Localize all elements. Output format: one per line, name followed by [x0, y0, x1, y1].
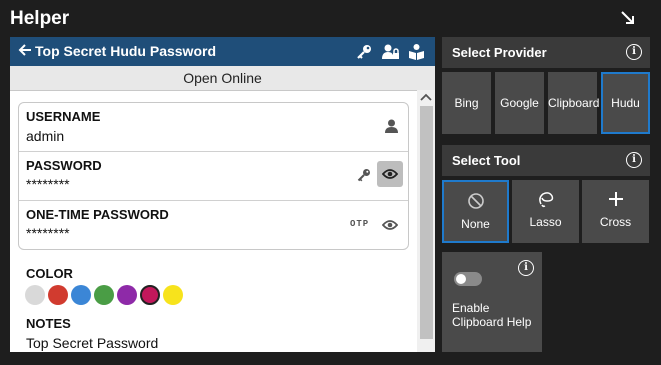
reveal-password-button[interactable]	[377, 161, 403, 187]
credentials-card: USERNAME admin PASSWORD ******** ONE-TIM…	[18, 102, 409, 250]
expand-arrow-icon[interactable]	[620, 10, 636, 26]
book-user-icon[interactable]	[408, 43, 425, 60]
user-icon[interactable]	[385, 119, 398, 133]
provider-hudu-button[interactable]: Hudu	[601, 72, 650, 134]
vertical-scrollbar[interactable]	[417, 90, 435, 352]
back-arrow-icon[interactable]	[18, 42, 32, 58]
info-icon[interactable]: i	[626, 152, 642, 168]
tool-lasso-button[interactable]: Lasso	[512, 180, 579, 243]
none-icon	[467, 193, 484, 209]
clipboard-help-label: Enable Clipboard Help	[452, 301, 532, 329]
eye-icon	[382, 169, 398, 179]
entry-header: Top Secret Hudu Password	[10, 37, 435, 66]
tool-none-button[interactable]: None	[442, 180, 509, 243]
username-value[interactable]: admin	[26, 128, 64, 144]
user-lock-icon[interactable]	[382, 43, 399, 60]
tool-cross-button[interactable]: Cross	[582, 180, 649, 243]
color-swatch-gray[interactable]	[25, 285, 45, 305]
eye-icon[interactable]	[382, 219, 398, 231]
username-label: USERNAME	[26, 109, 101, 124]
scrollbar-thumb[interactable]	[420, 106, 433, 339]
provider-clipboard-button[interactable]: Clipboard	[548, 72, 599, 134]
color-label: COLOR	[26, 266, 73, 281]
select-provider-title: Select Provider	[452, 45, 547, 60]
otp-row: ONE-TIME PASSWORD ******** OTP	[19, 200, 408, 249]
hudu-entry-panel: Top Secret Hudu Password Open Online USE…	[10, 37, 435, 352]
tool-cross-label: Cross	[599, 215, 632, 229]
color-swatch-red[interactable]	[48, 285, 68, 305]
color-swatch-yellow[interactable]	[163, 285, 183, 305]
select-provider-header: Select Provider i	[442, 37, 650, 68]
key-icon[interactable]	[357, 168, 371, 182]
tool-lasso-label: Lasso	[529, 215, 562, 229]
password-row: PASSWORD ********	[19, 151, 408, 200]
notes-value: Top Secret Password	[26, 335, 159, 351]
otp-label: ONE-TIME PASSWORD	[26, 207, 169, 222]
provider-google-button[interactable]: Google	[495, 72, 544, 134]
app-title: Helper	[10, 8, 70, 29]
color-swatch-magenta-selected[interactable]	[140, 285, 160, 305]
clipboard-help-panel: i Enable Clipboard Help	[442, 252, 542, 352]
tool-none-label: None	[461, 217, 490, 231]
provider-bing-button[interactable]: Bing	[442, 72, 491, 134]
chevron-up-icon[interactable]	[420, 92, 432, 102]
info-icon[interactable]: i	[518, 260, 534, 276]
info-icon[interactable]: i	[626, 44, 642, 60]
color-swatch-blue[interactable]	[71, 285, 91, 305]
color-swatch-purple[interactable]	[117, 285, 137, 305]
password-label: PASSWORD	[26, 158, 102, 173]
open-online-button[interactable]: Open Online	[10, 66, 435, 91]
username-row: USERNAME admin	[19, 103, 408, 151]
notes-label: NOTES	[26, 316, 71, 331]
lasso-icon	[538, 192, 553, 208]
color-swatch-green[interactable]	[94, 285, 114, 305]
password-value[interactable]: ********	[26, 176, 70, 192]
entry-title: Top Secret Hudu Password	[35, 43, 216, 59]
toggle-knob	[456, 274, 466, 284]
cross-icon	[608, 192, 623, 206]
select-tool-header: Select Tool i	[442, 145, 650, 176]
otp-badge[interactable]: OTP	[350, 219, 369, 229]
select-tool-title: Select Tool	[452, 153, 521, 168]
clipboard-help-toggle[interactable]	[454, 272, 482, 286]
otp-value[interactable]: ********	[26, 225, 70, 241]
key-icon[interactable]	[356, 43, 373, 60]
